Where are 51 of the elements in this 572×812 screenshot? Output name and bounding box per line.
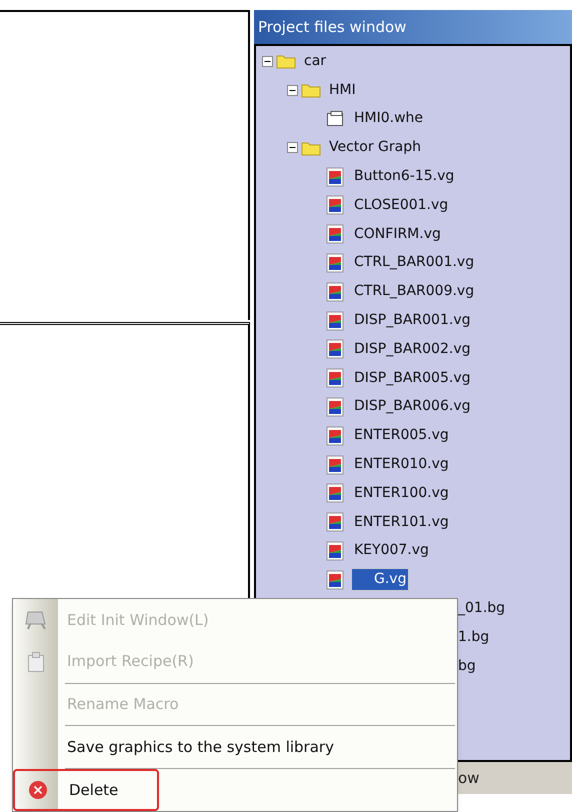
tree-item[interactable]: car — [302, 50, 328, 72]
delete-icon — [28, 780, 48, 800]
picture-file-icon — [326, 540, 344, 561]
tree-item[interactable]: ENTER005.vg — [352, 425, 451, 446]
picture-file-icon — [326, 454, 344, 475]
collapse-icon[interactable] — [287, 84, 298, 96]
tree-item[interactable]: 1.bg — [456, 626, 492, 648]
tree-item[interactable]: Vector Graph — [327, 137, 424, 158]
tree-item[interactable]: DISP_BAR001.vg — [352, 310, 472, 332]
picture-file-icon — [326, 195, 344, 216]
tree-item[interactable]: HMI — [327, 80, 358, 101]
tree-item[interactable]: ENTER010.vg — [352, 454, 451, 476]
picture-file-icon — [326, 570, 344, 590]
tree-item[interactable]: CTRL_BAR001.vg — [352, 252, 476, 274]
tree-item[interactable]: ENTER100.vg — [352, 482, 451, 504]
tree-item[interactable]: Button6-15.vg — [352, 166, 456, 188]
tree-item[interactable]: CONFIRM.vg — [352, 224, 443, 245]
menu-item[interactable]: Save graphics to the system library — [13, 726, 457, 768]
clipboard-icon — [26, 650, 44, 673]
tree-item[interactable]: KEY007.vg — [352, 540, 431, 562]
picture-file-icon — [326, 512, 344, 532]
picture-file-icon — [326, 282, 344, 302]
tree-item[interactable]: DISP_BAR002.vg — [352, 338, 472, 360]
picture-file-icon — [326, 368, 344, 388]
window-file-icon — [326, 110, 344, 128]
tree-item[interactable]: CLOSE001.vg — [352, 194, 450, 216]
picture-file-icon — [326, 252, 344, 273]
tab-label[interactable]: ow — [458, 766, 480, 790]
picture-file-icon — [326, 426, 344, 446]
panel-title: Project files window — [254, 10, 572, 44]
folder-icon — [301, 140, 321, 156]
tree-item[interactable]: bg — [456, 656, 478, 677]
picture-file-icon — [326, 483, 344, 504]
picture-file-icon — [326, 224, 344, 244]
folder-icon — [301, 82, 321, 98]
collapse-icon[interactable] — [262, 56, 273, 67]
picture-file-icon — [326, 396, 344, 417]
picture-file-icon — [326, 310, 344, 331]
tree-item[interactable]: G.vg — [352, 569, 408, 590]
tree-item[interactable]: _01.bg — [456, 598, 508, 620]
collapse-icon[interactable] — [287, 142, 298, 154]
picture-file-icon — [326, 339, 344, 360]
tree-item[interactable]: ENTER101.vg — [352, 512, 451, 533]
tree-item[interactable]: DISP_BAR006.vg — [352, 396, 472, 418]
tree-item[interactable]: DISP_BAR005.vg — [352, 368, 472, 389]
tree-item[interactable]: CTRL_BAR009.vg — [352, 281, 476, 302]
picture-file-icon — [326, 166, 344, 187]
folder-icon — [276, 53, 296, 70]
menu-item[interactable]: Delete — [13, 769, 159, 811]
monitor-icon — [24, 610, 46, 630]
tree-item[interactable]: HMI0.whe — [352, 108, 426, 130]
